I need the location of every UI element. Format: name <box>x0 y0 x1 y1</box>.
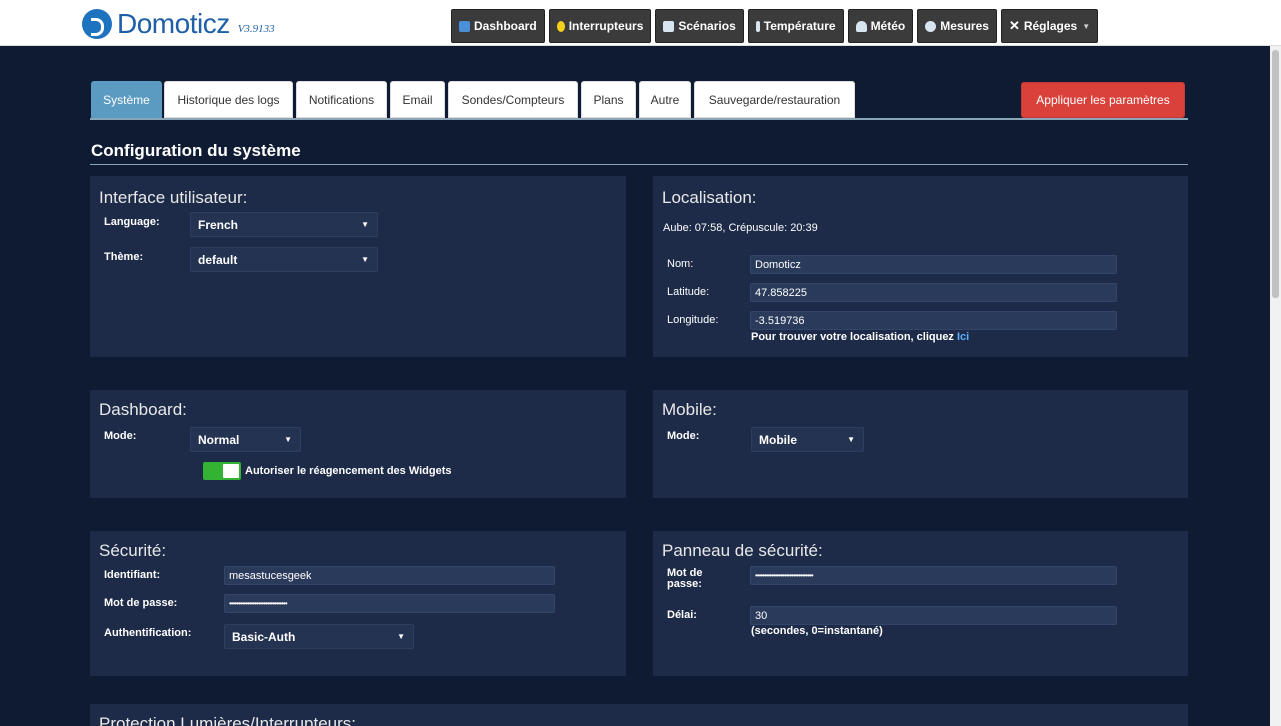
ui-panel-title: Interface utilisateur: <box>99 188 248 207</box>
tools-icon: ✕ <box>1008 17 1020 33</box>
name-field[interactable]: Domoticz <box>750 255 1117 274</box>
domoticz-logo-icon <box>82 9 112 39</box>
longitude-field[interactable]: -3.519736 <box>750 311 1117 330</box>
tabs-divider <box>90 118 1188 120</box>
language-select[interactable]: French ▼ <box>190 212 378 237</box>
location-panel: Localisation: Aube: 07:58, Crépuscule: 2… <box>653 176 1188 357</box>
theme-label: Thème: <box>104 251 144 263</box>
title-divider <box>90 164 1188 165</box>
nav-switches[interactable]: Interrupteurs <box>548 9 652 43</box>
name-label: Nom: <box>667 258 694 270</box>
longitude-label: Longitude: <box>667 314 719 326</box>
location-link[interactable]: Ici <box>957 331 969 343</box>
security-panel-title: Sécurité: <box>99 541 167 560</box>
security-panel: Sécurité: Identifiant: mesastucesgeek Mo… <box>90 531 626 676</box>
nav-temperature[interactable]: Température <box>747 9 844 43</box>
dashboard-panel-title: Dashboard: <box>99 400 187 419</box>
username-label: Identifiant: <box>104 569 161 581</box>
app-version: V3.9133 <box>237 23 275 35</box>
dashboard-icon <box>459 20 470 32</box>
delay-label: Délai: <box>667 609 697 621</box>
rearrange-label: Autoriser le réagencement des Widgets <box>245 465 452 477</box>
chevron-down-icon: ▼ <box>284 435 292 444</box>
chevron-down-icon: ▼ <box>361 220 369 229</box>
location-hint: Pour trouver votre localisation, cliquez… <box>751 331 970 343</box>
dashboard-mode-select[interactable]: Normal ▼ <box>190 427 301 452</box>
password-field[interactable]: •••••••••••••••••••••••••••••••• <box>224 594 555 613</box>
light-protection-panel: Protection Lumières/Interrupteurs: <box>90 704 1188 726</box>
tab-email[interactable]: Email <box>390 81 445 118</box>
lightbulb-icon <box>556 20 565 32</box>
ui-panel: Interface utilisateur: Language: French ▼… <box>90 176 626 357</box>
security-panel-settings-title: Panneau de sécurité: <box>662 541 823 560</box>
tab-plans[interactable]: Plans <box>581 81 636 118</box>
panel-password-field[interactable]: •••••••••••••••••••••••••••••••• <box>750 566 1117 585</box>
app-name: Domoticz <box>117 8 230 39</box>
page-scrollbar[interactable] <box>1270 46 1281 726</box>
chevron-down-icon: ▼ <box>847 435 855 444</box>
nav-dashboard[interactable]: Dashboard <box>451 9 545 43</box>
top-bar: Domoticz V3.9133 Dashboard Interrupteurs… <box>0 0 1281 46</box>
tab-other[interactable]: Autre <box>639 81 691 118</box>
chevron-down-icon: ▼ <box>397 632 405 641</box>
toggle-knob <box>223 464 239 478</box>
scenes-icon <box>663 20 675 32</box>
latitude-field[interactable]: 47.858225 <box>750 283 1117 302</box>
username-field[interactable]: mesastucesgeek <box>224 566 555 585</box>
panel-password-label: Mot de passe: <box>667 567 703 590</box>
password-label: Mot de passe: <box>104 597 178 609</box>
dashboard-mode-label: Mode: <box>104 430 137 442</box>
auth-select[interactable]: Basic-Auth ▼ <box>224 624 414 649</box>
location-panel-title: Localisation: <box>662 188 757 207</box>
tab-notifications[interactable]: Notifications <box>296 81 387 118</box>
rearrange-toggle[interactable] <box>203 462 241 480</box>
nav-scenes[interactable]: Scénarios <box>655 9 744 43</box>
mobile-panel: Mobile: Mode: Mobile ▼ <box>653 390 1188 498</box>
theme-select[interactable]: default ▼ <box>190 247 378 272</box>
delay-field[interactable]: 30 <box>750 606 1117 625</box>
tab-sensors[interactable]: Sondes/Compteurs <box>448 81 578 118</box>
thermometer-icon <box>755 20 760 32</box>
light-protection-title: Protection Lumières/Interrupteurs: <box>99 714 357 726</box>
chevron-down-icon: ▼ <box>361 255 369 264</box>
auth-label: Authentification: <box>104 627 192 639</box>
dashboard-panel: Dashboard: Mode: Normal ▼ Autoriser le ré… <box>90 390 626 498</box>
chevron-down-icon: ▼ <box>1082 21 1091 31</box>
nav-weather[interactable]: Météo <box>847 9 914 43</box>
mobile-mode-label: Mode: <box>667 430 700 442</box>
page-title: Configuration du système <box>91 141 301 160</box>
security-panel-settings: Panneau de sécurité: Mot de passe: ••••••… <box>653 531 1188 676</box>
language-label: Language: <box>104 216 160 228</box>
logo[interactable]: Domoticz V3.9133 <box>82 8 275 40</box>
sun-times: Aube: 07:58, Crépuscule: 20:39 <box>663 222 818 234</box>
cloud-icon <box>855 20 867 32</box>
gauge-icon <box>925 20 937 32</box>
nav-measures[interactable]: Mesures <box>917 9 997 43</box>
nav-settings[interactable]: ✕ Réglages ▼ <box>1000 9 1099 43</box>
tab-system[interactable]: Système <box>91 81 162 118</box>
tab-logs[interactable]: Historique des logs <box>164 81 293 118</box>
delay-hint: (secondes, 0=instantané) <box>751 625 883 637</box>
tab-backup[interactable]: Sauvegarde/restauration <box>694 81 855 118</box>
mobile-mode-select[interactable]: Mobile ▼ <box>751 427 864 452</box>
scroll-thumb[interactable] <box>1272 50 1279 298</box>
apply-settings-button[interactable]: Appliquer les paramètres <box>1021 82 1185 118</box>
main-nav: Dashboard Interrupteurs Scénarios Tempér… <box>451 9 1102 43</box>
mobile-panel-title: Mobile: <box>662 400 717 419</box>
latitude-label: Latitude: <box>667 286 710 298</box>
